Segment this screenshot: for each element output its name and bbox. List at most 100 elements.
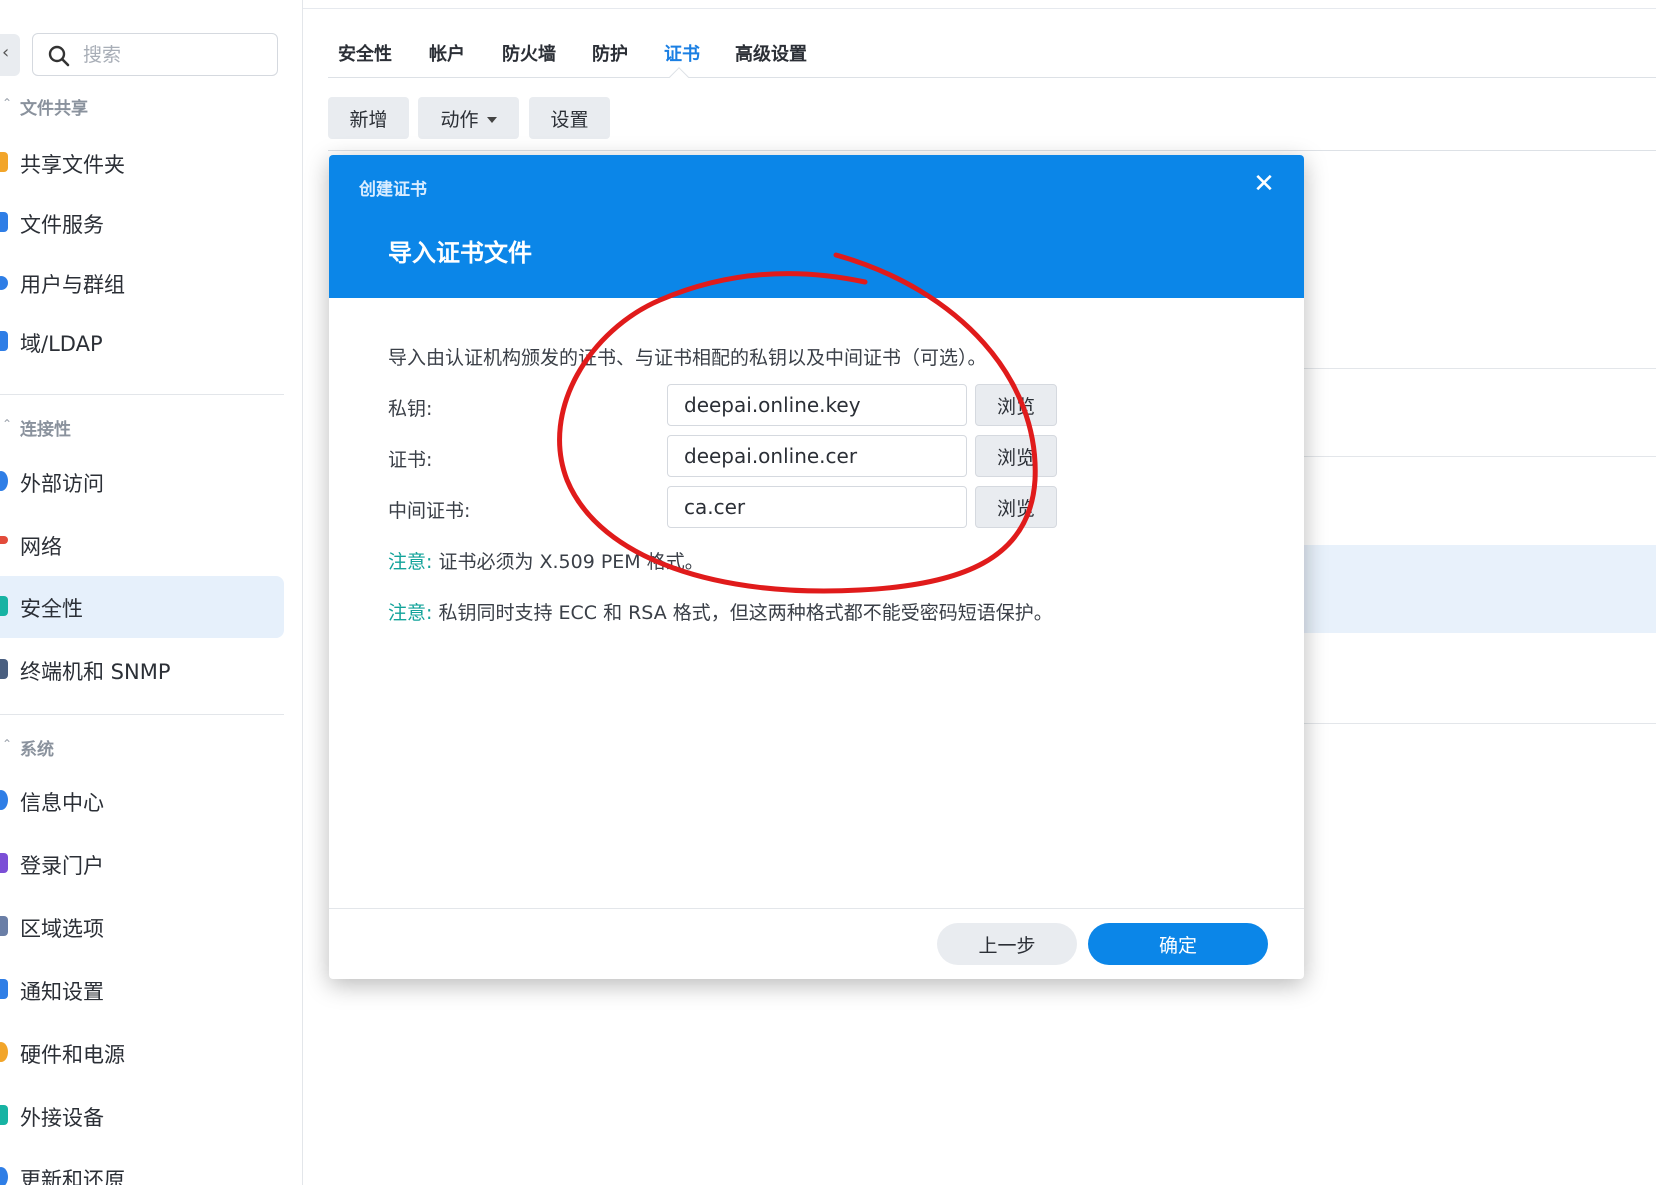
close-icon[interactable]: ✕ [1249,169,1279,199]
intermediate-cert-field[interactable] [667,486,967,528]
list-row-divider [1290,368,1656,369]
sidebar-divider [0,714,284,715]
globe-icon [0,471,8,491]
selected-list-row[interactable] [1290,545,1656,633]
previous-button[interactable]: 上一步 [937,923,1077,965]
bulb-icon [0,1042,8,1062]
sidebar-item-network[interactable]: 网络 [0,514,284,576]
sidebar-item-label: 共享文件夹 [20,153,125,177]
file-services-icon [0,212,8,232]
tab-certificate[interactable]: 证书 [664,40,700,66]
info-icon [0,790,8,810]
note-text: 证书必须为 X.509 PEM 格式。 [432,551,704,573]
private-key-label: 私钥: [388,398,433,420]
certificate-browse-button[interactable]: 浏览 [975,435,1057,477]
folder-icon [0,152,8,172]
users-icon [0,276,8,290]
sidebar-item-label: 信息中心 [20,791,104,815]
house-icon [0,536,8,544]
section-label: 系统 [20,740,54,760]
section-connectivity[interactable]: ⌃ 连接性 [0,413,290,443]
private-key-field[interactable] [667,384,967,426]
sidebar-item-shared-folder[interactable]: 共享文件夹 [0,132,284,194]
chevron-up-icon: ⌃ [2,417,13,431]
search-icon [48,45,70,67]
tab-firewall[interactable]: 防火墙 [502,40,556,66]
sidebar-item-label: 登录门户 [20,854,104,878]
top-divider [302,8,1656,9]
sidebar-item-label: 区域选项 [20,917,104,941]
intermediate-cert-label: 中间证书: [388,500,471,522]
sidebar-item-label: 终端机和 SNMP [20,660,171,684]
note-text: 私钥同时支持 ECC 和 RSA 格式，但这两种格式都不能受密码短语保护。 [432,602,1053,624]
shield-icon [0,596,8,616]
section-label: 文件共享 [20,99,88,119]
terminal-icon [0,659,8,679]
sidebar: ‹ ⌃ 文件共享 共享文件夹 文件服务 用户与群组 域/LDAP ⌃ 连接性 外… [0,0,303,1185]
sidebar-item-label: 文件服务 [20,213,104,237]
sidebar-item-external-access[interactable]: 外部访问 [0,451,284,513]
sidebar-item-label: 安全性 [20,597,83,621]
tab-protection[interactable]: 防护 [592,40,628,66]
sidebar-item-terminal-snmp[interactable]: 终端机和 SNMP [0,639,284,701]
search-box[interactable] [32,33,278,76]
sidebar-item-label: 通知设置 [20,980,104,1004]
note-key-type: 注意: 私钥同时支持 ECC 和 RSA 格式，但这两种格式都不能受密码短语保护… [388,598,1053,625]
sidebar-item-notifications[interactable]: 通知设置 [0,959,284,1021]
note-format: 注意: 证书必须为 X.509 PEM 格式。 [388,547,704,574]
private-key-browse-button[interactable]: 浏览 [975,384,1057,426]
dialog-description: 导入由认证机构颁发的证书、与证书相配的私钥以及中间证书（可选）。 [388,347,987,369]
clock-icon [0,916,8,936]
chevron-up-icon: ⌃ [2,737,13,751]
sidebar-item-label: 用户与群组 [20,273,125,297]
sidebar-item-update-restore[interactable]: 更新和还原 [0,1147,284,1185]
tab-divider [328,77,1656,78]
action-label: 动作 [440,108,479,131]
action-dropdown[interactable]: 动作 [418,97,519,139]
sidebar-item-label: 外接设备 [20,1106,104,1130]
sidebar-item-login-portal[interactable]: 登录门户 [0,833,284,895]
toolbar-divider [328,150,1656,151]
dialog-footer-divider [329,908,1304,909]
certificate-label: 证书: [388,449,433,471]
sidebar-item-label: 网络 [20,535,62,559]
note-prefix: 注意: [388,551,433,573]
sidebar-item-label: 外部访问 [20,472,104,496]
section-system[interactable]: ⌃ 系统 [0,733,290,763]
sidebar-item-label: 域/LDAP [20,332,103,356]
confirm-button[interactable]: 确定 [1088,923,1268,965]
active-tab-pointer [669,67,689,87]
section-label: 连接性 [20,420,71,440]
tab-advanced[interactable]: 高级设置 [735,40,807,66]
sidebar-item-regional-options[interactable]: 区域选项 [0,896,284,958]
notification-icon [0,979,8,999]
sidebar-divider [0,394,284,395]
update-icon [0,1167,8,1185]
dialog-subtitle: 导入证书文件 [388,239,532,267]
note-prefix: 注意: [388,602,433,624]
sidebar-item-external-devices[interactable]: 外接设备 [0,1085,284,1147]
intermediate-cert-browse-button[interactable]: 浏览 [975,486,1057,528]
add-button[interactable]: 新增 [328,97,409,139]
sidebar-item-label: 更新和还原 [20,1168,125,1185]
certificate-field[interactable] [667,435,967,477]
sidebar-item-domain-ldap[interactable]: 域/LDAP [0,311,284,373]
search-input[interactable] [83,40,268,70]
section-file-sharing[interactable]: ⌃ 文件共享 [0,92,290,122]
portal-icon [0,853,8,873]
sidebar-item-info-center[interactable]: 信息中心 [0,770,284,832]
dialog-header: 创建证书 导入证书文件 ✕ [329,155,1304,298]
sidebar-item-users-groups[interactable]: 用户与群组 [0,252,284,314]
sidebar-item-file-services[interactable]: 文件服务 [0,192,284,254]
device-icon [0,1105,8,1125]
tab-security[interactable]: 安全性 [338,40,392,66]
settings-button[interactable]: 设置 [529,97,610,139]
tab-account[interactable]: 帐户 [429,40,465,66]
caret-down-icon [486,117,497,123]
domain-icon [0,331,8,351]
sidebar-item-hardware-power[interactable]: 硬件和电源 [0,1022,284,1084]
back-button[interactable]: ‹ [0,34,20,76]
create-certificate-dialog: 创建证书 导入证书文件 ✕ 导入由认证机构颁发的证书、与证书相配的私钥以及中间证… [329,155,1304,979]
list-row-divider [1290,723,1656,724]
sidebar-item-security[interactable]: 安全性 [0,576,284,638]
